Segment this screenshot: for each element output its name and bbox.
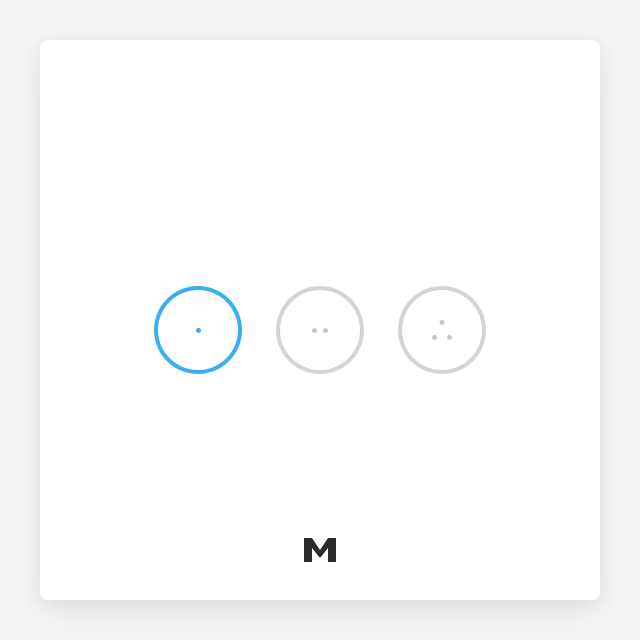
- switch-panel: [40, 40, 600, 600]
- switch-button-3[interactable]: [398, 286, 486, 374]
- two-dot-icon: [306, 328, 334, 333]
- one-dot-icon: [184, 328, 212, 333]
- switch-button-2[interactable]: [276, 286, 364, 374]
- buttons-row: [154, 286, 486, 374]
- brand-logo-icon: [302, 536, 338, 564]
- switch-button-1[interactable]: [154, 286, 242, 374]
- three-dot-icon: [430, 320, 454, 340]
